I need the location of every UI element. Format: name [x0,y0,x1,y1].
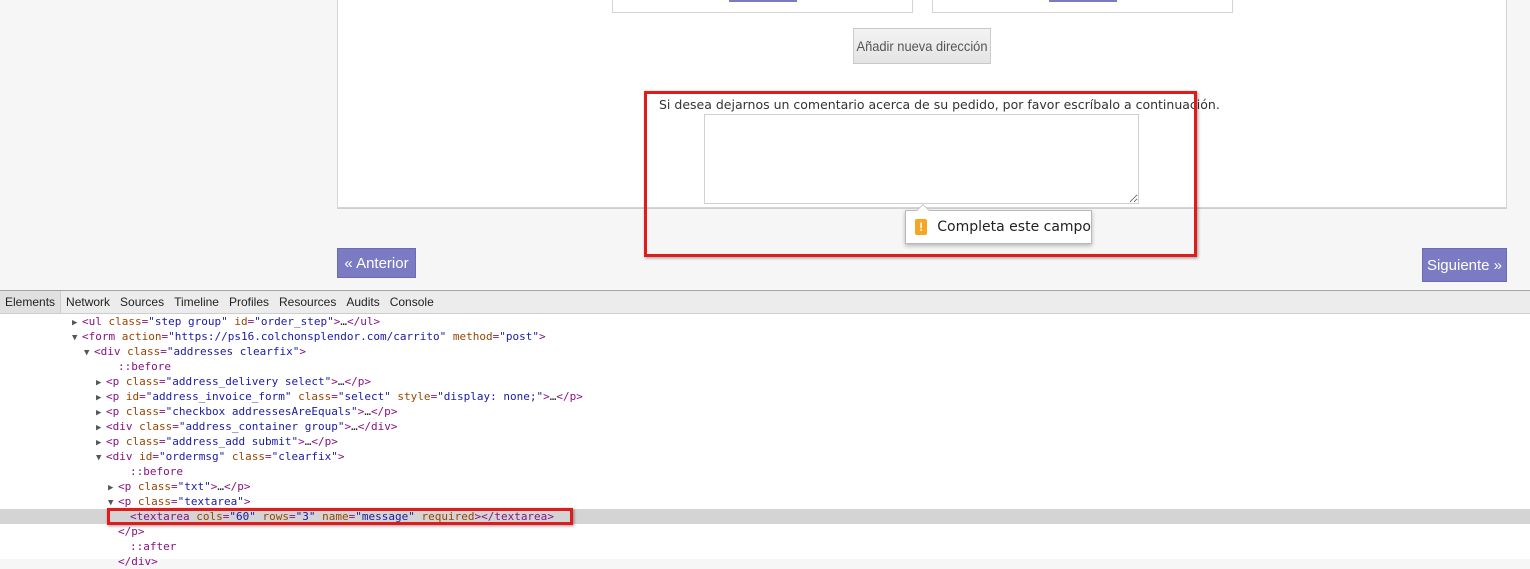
dom-node-row[interactable]: ::before [0,464,1530,479]
address-box-delivery-strip [729,0,797,2]
devtools-tab-elements[interactable]: Elements [0,291,62,313]
dom-node-row[interactable]: ▼ <form action="https://ps16.colchonsplen… [0,329,1530,344]
previous-button[interactable]: « Anterior [337,248,416,278]
add-address-button[interactable]: Añadir nueva dirección [853,28,991,64]
checkout-page: Añadir nueva dirección Si desea dejarnos… [0,0,1530,290]
dom-node-row[interactable]: ::after [0,539,1530,554]
dom-node-row[interactable]: ▼ <p class="textarea"> [0,494,1530,509]
dom-node-row[interactable]: ▶ <p class="txt">…</p> [0,479,1530,494]
devtools-tab-network[interactable]: Network [61,291,115,313]
dom-node-row[interactable]: ▶ <p class="address_delivery select">…</p… [0,374,1530,389]
dom-node-markup: ::after [130,540,177,553]
dom-node-markup: <p class="address_add submit">…</p> [106,435,338,448]
highlight-box-comment [644,91,1197,257]
dom-node-markup: ::before [118,360,171,373]
devtools-tab-audits[interactable]: Audits [341,291,384,313]
dom-tree: ▶ <ul class="step group" id="order_step">… [0,314,1530,569]
dom-node-markup: </div> [118,555,158,568]
dom-node-markup: ::before [130,465,183,478]
dom-node-markup: <p class="txt">…</p> [118,480,251,493]
dom-node-markup: <div class="address_container group">…</… [106,420,398,433]
dom-node-row[interactable]: ▶ <p class="address_add submit">…</p> [0,434,1530,449]
dom-node-markup: <form action="https://ps16.colchonsplend… [82,330,546,343]
dom-node-row[interactable]: ▶ <p id="address_invoice_form" class="sel… [0,389,1530,404]
devtools-tab-timeline[interactable]: Timeline [169,291,224,313]
dom-node-row[interactable]: </p> [0,524,1530,539]
dom-node-row[interactable]: ▶ <ul class="step group" id="order_step">… [0,314,1530,329]
dom-node-row[interactable]: ▼ <div class="addresses clearfix"> [0,344,1530,359]
dom-node-markup: <p class="textarea"> [118,495,251,508]
devtools-tab-resources[interactable]: Resources [274,291,341,313]
address-box-delivery [612,0,913,13]
devtools-tab-sources[interactable]: Sources [115,291,169,313]
next-button[interactable]: Siguiente » [1422,248,1507,282]
highlight-box-textarea-node [107,508,573,525]
dom-node-row[interactable]: ▶ <div class="address_container group">…<… [0,419,1530,434]
dom-node-row[interactable]: </div> [0,554,1530,569]
dom-node-row[interactable]: ▶ <p class="checkbox addressesAreEquals">… [0,404,1530,419]
devtools-tabbar: Elements Network Sources Timeline Profiles Re… [0,291,1530,314]
address-box-invoice [932,0,1233,13]
dom-node-row[interactable]: ▼ <div id="ordermsg" class="clearfix"> [0,449,1530,464]
dom-node-markup: <div class="addresses clearfix"> [94,345,306,358]
dom-node-markup: <div id="ordermsg" class="clearfix"> [106,450,345,463]
dom-node-markup: <p class="checkbox addressesAreEquals">…… [106,405,398,418]
dom-node-markup: <p class="address_delivery select">…</p> [106,375,371,388]
devtools-tab-console[interactable]: Console [385,291,439,313]
dom-node-markup: </p> [118,525,145,538]
dom-node-markup: <ul class="step group" id="order_step">…… [82,315,381,328]
devtools-tab-profiles[interactable]: Profiles [224,291,274,313]
address-box-invoice-strip [1049,0,1117,2]
dom-node-row[interactable]: ::before [0,359,1530,374]
dom-node-markup: <p id="address_invoice_form" class="sele… [106,390,583,403]
